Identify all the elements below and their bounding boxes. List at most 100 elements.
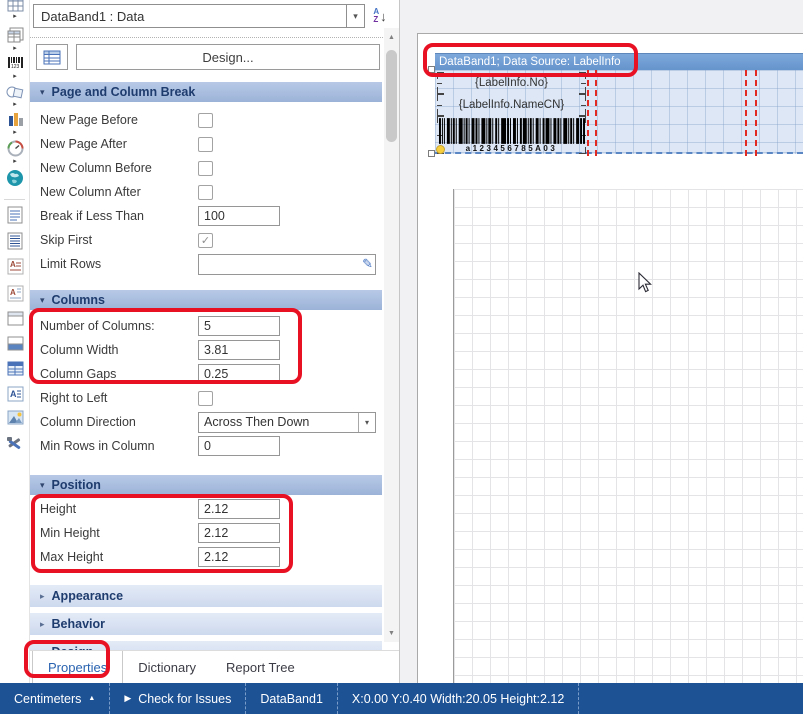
property-label: New Column After [40,185,198,199]
skip-first-checkbox[interactable]: ✓ [198,233,213,248]
page-grid [453,189,803,683]
section-header-position[interactable]: ▾ Position [30,475,382,495]
barcode-component[interactable]: a123456785A03 [437,116,586,154]
collapse-arrow-icon: ▸ [40,619,45,630]
dropdown-arrow-icon[interactable]: ▾ [346,5,364,27]
property-row: Max Height [30,545,382,569]
limit-rows-input[interactable] [198,254,376,275]
scroll-up-icon[interactable]: ▲ [384,30,399,44]
scrollbar-thumb[interactable] [386,50,397,142]
section-title: Page and Column Break [52,85,196,99]
cross-tab-tool-button[interactable]: ▸ [3,27,27,52]
tab-dictionary[interactable]: Dictionary [123,651,211,683]
property-row: Number of Columns: [30,314,382,338]
section-header-appearance[interactable]: ▸ Appearance [30,585,382,607]
property-label: Number of Columns: [40,319,198,333]
property-row: New Column Before [30,156,382,180]
column-direction-dropdown[interactable]: Across Then Down ▾ [198,412,376,433]
data-grid-icon [7,361,24,376]
dropdown-arrow-icon[interactable]: ▾ [358,413,375,432]
flyout-arrow-icon: ▸ [3,45,27,52]
tools-tool-button[interactable] [3,435,27,451]
unit-label: Centimeters [14,692,81,706]
shape-icon [6,84,24,100]
height-input[interactable] [198,499,280,519]
selection-handle[interactable] [428,66,435,73]
scroll-down-icon[interactable]: ▼ [384,626,399,640]
page-tool-button[interactable] [3,206,27,224]
max-height-input[interactable] [198,547,280,567]
report-tool-button[interactable] [3,232,27,250]
rich-text-tool-button[interactable]: A [3,386,27,402]
flyout-arrow-icon: ▸ [3,13,27,20]
section-header-page-and-column-break[interactable]: ▾ Page and Column Break [30,82,382,102]
column-gaps-input[interactable] [198,364,280,384]
text-tool-button[interactable]: A [3,258,27,275]
number-of-columns-input[interactable] [198,316,280,336]
property-label: Column Direction [40,415,198,429]
data-grid-tool-button[interactable] [3,361,27,376]
panel-scrollbar[interactable]: ▲ ▼ [384,28,399,642]
component-selector-value: DataBand1 : Data [34,9,346,24]
status-bar: Centimeters ▲ ▶ Check for Issues DataBan… [0,683,803,714]
property-row: Skip First ✓ [30,228,382,252]
property-label: New Page Before [40,113,198,127]
tab-properties[interactable]: Properties [32,651,123,683]
category-view-button[interactable] [36,44,68,70]
property-row: Column Gaps [30,362,382,386]
image-tool-button[interactable] [3,410,27,425]
gauge-tool-button[interactable]: ▸ [3,140,27,165]
min-rows-in-column-input[interactable] [198,436,280,456]
property-label: Column Gaps [40,367,198,381]
page-footer-tool-button[interactable] [3,336,27,351]
tools-icon [6,435,24,451]
text-in-cells-tool-button[interactable]: A [3,285,27,302]
column-guide-line [587,70,589,156]
new-column-after-checkbox[interactable] [198,185,213,200]
toolbar-divider [4,199,25,200]
selection-handle[interactable] [428,150,435,157]
property-label: Limit Rows [40,257,198,271]
collapse-arrow-icon: ▸ [40,591,45,602]
right-to-left-checkbox[interactable] [198,391,213,406]
check-for-issues-button[interactable]: ▶ Check for Issues [110,683,246,714]
design-button[interactable]: Design... [76,44,380,70]
edit-pencil-icon[interactable]: ✎ [362,256,373,272]
page-footer-icon [7,336,24,351]
column-width-input[interactable] [198,340,280,360]
section-header-behavior[interactable]: ▸ Behavior [30,613,382,635]
barcode-icon: 123 [7,56,24,72]
property-row: Column Direction Across Then Down ▾ [30,410,382,434]
text-field-labelinfo-no[interactable]: {LabelInfo.No} [437,72,586,94]
selected-component-status[interactable]: DataBand1 [246,683,338,714]
break-if-less-than-input[interactable] [198,206,280,226]
section-header-columns[interactable]: ▾ Columns [30,290,382,310]
unit-selector[interactable]: Centimeters ▲ [0,683,110,714]
barcode-text: a123456785A03 [466,144,558,153]
property-row: Min Rows in Column [30,434,382,458]
field-expression: {LabelInfo.No} [475,77,548,89]
new-page-before-checkbox[interactable] [198,113,213,128]
panel-tool-button[interactable] [3,311,27,326]
table-tool-button[interactable]: ▸ [3,0,27,20]
min-height-input[interactable] [198,523,280,543]
property-row: New Page Before [30,108,382,132]
new-page-after-checkbox[interactable] [198,137,213,152]
sort-properties-button[interactable]: AZ ↓ [369,5,391,27]
component-selector-dropdown[interactable]: DataBand1 : Data ▾ [33,4,365,28]
table-icon [7,0,24,12]
shape-tool-button[interactable]: ▸ [3,84,27,108]
collapse-arrow-icon: ▾ [40,87,45,98]
section-title: Position [52,478,101,492]
selected-component-label: DataBand1 [260,692,323,706]
chart-tool-button[interactable]: ▸ [3,112,27,136]
data-band-header[interactable]: DataBand1; Data Source: LabelInfo [435,53,803,70]
section-header-design[interactable]: ▸ Design [30,641,382,650]
svg-text:A: A [10,389,17,399]
text-field-labelinfo-namecn[interactable]: {LabelInfo.NameCN} [437,94,586,116]
barcode-tool-button[interactable]: 123 ▸ [3,56,27,80]
map-tool-button[interactable] [3,169,27,187]
new-column-before-checkbox[interactable] [198,161,213,176]
tab-report-tree[interactable]: Report Tree [211,651,310,683]
design-canvas[interactable]: DataBand1; Data Source: LabelInfo {Label… [400,0,803,683]
